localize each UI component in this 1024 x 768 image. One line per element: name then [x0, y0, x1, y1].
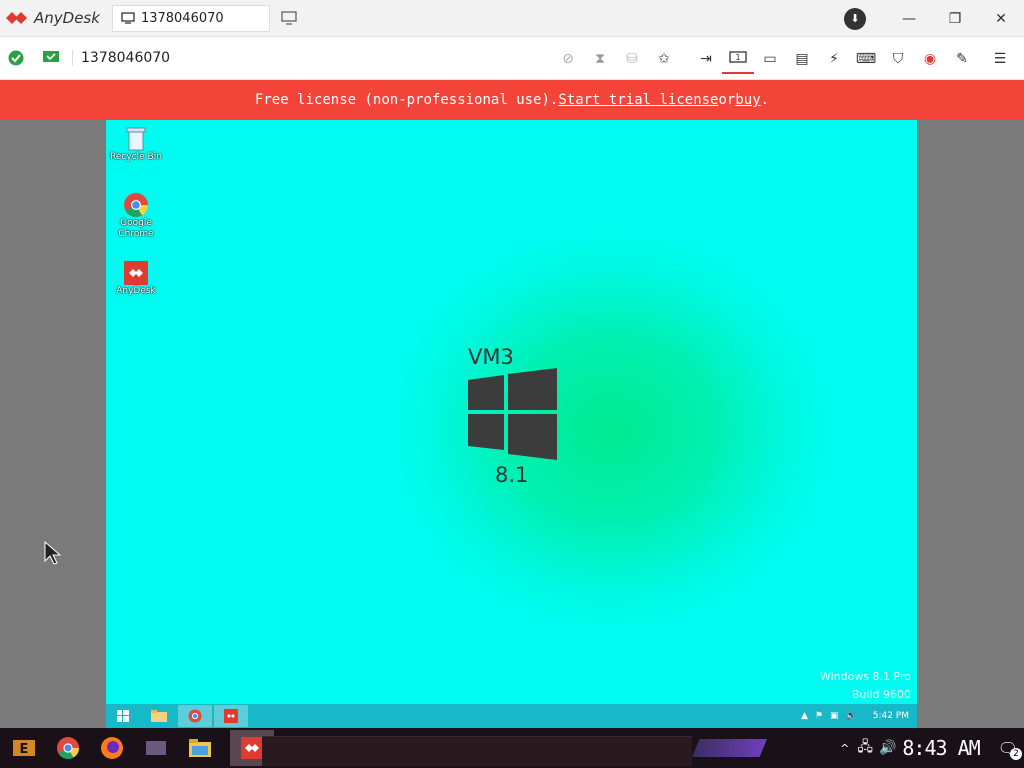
volume-icon[interactable]: 🔊 — [879, 740, 896, 756]
remote-taskbar-anydesk[interactable] — [214, 705, 248, 727]
show-hidden-icons-icon[interactable]: ▲ — [801, 711, 808, 721]
hourglass-icon[interactable]: ⧗ — [584, 44, 616, 74]
anydesk-logo: AnyDesk — [6, 9, 100, 27]
favorite-star-icon[interactable]: ✩ — [648, 44, 680, 74]
app-name: AnyDesk — [34, 9, 100, 27]
host-start-button[interactable]: E — [4, 730, 44, 766]
desktop-icon-recycle-bin[interactable]: Recycle Bin — [106, 126, 166, 163]
notification-count-badge: 2 — [1010, 747, 1022, 760]
media-icon — [146, 741, 166, 755]
banner-text: Free license (non-professional use). — [254, 92, 559, 108]
action-center-flag-icon[interactable]: ⚑ — [815, 711, 823, 721]
actions-lightning-icon[interactable]: ⚡ — [818, 44, 850, 74]
host-taskbar-explorer[interactable] — [180, 730, 220, 766]
mouse-cursor-icon — [44, 541, 62, 565]
whiteboard-pen-icon[interactable]: ✎ — [946, 44, 978, 74]
windows-watermark: Windows 8.1 Pro Build 9600 — [820, 668, 911, 704]
desktop-icon-label: Recycle Bin — [110, 152, 162, 162]
watermark-build: Build 9600 — [851, 688, 911, 701]
remote-clock[interactable]: 5:42 PM — [873, 711, 909, 721]
banner-or-text: or — [718, 92, 736, 108]
svg-text:E: E — [20, 742, 29, 757]
remote-taskbar-explorer[interactable] — [142, 705, 176, 727]
folder-icon — [189, 739, 211, 757]
menu-icon[interactable]: ☰ — [984, 44, 1016, 74]
session-toolbar: 1378046070 ⊘ ⧗ ⛁ ✩ ⇥ 1 ▭ ▤ ⚡ ⌨ ⛉ ◉ ✎ ☰ — [0, 37, 1024, 80]
firefox-icon — [101, 737, 123, 759]
taskbar-decoration — [692, 739, 767, 757]
remote-start-button[interactable] — [106, 705, 140, 727]
host-taskbar-chrome[interactable] — [48, 730, 88, 766]
display-icon[interactable]: ▭ — [754, 44, 786, 74]
remote-monitor-icon — [43, 51, 59, 62]
recycle-bin-icon — [126, 127, 146, 151]
buy-link[interactable]: buy — [735, 92, 760, 108]
desktop-icon-anydesk[interactable]: AnyDesk — [106, 260, 166, 297]
keyboard-icon[interactable]: ⌨ — [850, 44, 882, 74]
window-controls: ⬇ — ❐ ✕ — [844, 0, 1024, 37]
taskbar-empty-area — [262, 736, 692, 766]
windows-logo-icon — [468, 368, 557, 460]
title-bar: AnyDesk 1378046070 ⬇ — ❐ ✕ — [0, 0, 1024, 37]
monitor-select-icon[interactable]: 1 — [722, 44, 754, 74]
desktop-icon-label: AnyDesk — [116, 286, 156, 296]
monitor-icon — [121, 12, 135, 24]
anydesk-app-icon — [224, 709, 238, 723]
database-icon[interactable]: ⛁ — [616, 44, 648, 74]
monitor-one-icon: 1 — [729, 50, 747, 63]
file-transfer-icon[interactable]: ⇥ — [690, 44, 722, 74]
wallpaper-version: 8.1 — [495, 463, 529, 487]
connected-check-icon — [8, 50, 24, 66]
folder-icon — [151, 710, 167, 722]
remote-desktop[interactable]: Recycle Bin Google Chrome AnyDesk VM3 8.… — [106, 120, 917, 728]
chrome-icon — [57, 737, 79, 759]
session-tab-label: 1378046070 — [140, 10, 224, 26]
anydesk-app-icon — [124, 261, 148, 285]
license-banner: Free license (non-professional use). Sta… — [0, 80, 1024, 120]
notifications-button[interactable]: 🗨 2 — [998, 739, 1022, 760]
permissions-shield-icon[interactable]: ⛉ — [882, 44, 914, 74]
anydesk-logo-icon — [6, 12, 27, 24]
minimize-button[interactable]: — — [886, 0, 932, 37]
network-icon[interactable]: 🖧 — [857, 736, 873, 760]
start-trial-link[interactable]: Start trial license — [558, 92, 718, 108]
host-taskbar-media[interactable] — [136, 730, 176, 766]
remote-taskbar-chrome[interactable] — [178, 705, 212, 727]
chrome-icon — [124, 193, 148, 218]
volume-icon[interactable]: 🔈 — [846, 711, 857, 721]
desktop-icon-chrome[interactable]: Google Chrome — [106, 192, 166, 240]
host-taskbar-firefox[interactable] — [92, 730, 132, 766]
remote-id: 1378046070 — [72, 50, 170, 66]
desktop-icon-label: Google Chrome — [118, 218, 154, 239]
watermark-edition: Windows 8.1 Pro — [819, 670, 911, 683]
remote-system-tray: ▲ ⚑ ▣ 🔈 5:42 PM — [794, 704, 909, 728]
toolbar-actions: ⊘ ⧗ ⛁ ✩ ⇥ 1 ▭ ▤ ⚡ ⌨ ⛉ ◉ ✎ ☰ — [552, 37, 1016, 80]
new-session-button[interactable] — [278, 7, 300, 29]
show-hidden-icons-icon[interactable]: ^ — [840, 742, 849, 755]
close-button[interactable]: ✕ — [978, 0, 1024, 37]
host-system-tray: ^ 🖧 🔊 8:43 AM 🗨 2 — [840, 728, 1022, 768]
wallpaper-title: VM3 — [468, 345, 514, 369]
record-icon[interactable]: ◉ — [914, 44, 946, 74]
windows-start-icon — [117, 710, 129, 722]
start-logo-icon: E — [13, 740, 35, 757]
banner-suffix: . — [760, 92, 770, 108]
privacy-icon[interactable]: ⊘ — [552, 44, 584, 74]
remote-taskbar: ▲ ⚑ ▣ 🔈 5:42 PM — [106, 704, 917, 728]
new-monitor-icon — [281, 11, 297, 25]
network-icon[interactable]: ▣ — [830, 711, 839, 721]
connection-status — [8, 50, 60, 66]
anydesk-app-icon — [241, 737, 263, 759]
download-icon[interactable]: ⬇ — [844, 7, 866, 30]
chrome-icon — [188, 709, 202, 723]
session-tab[interactable]: 1378046070 — [111, 4, 270, 32]
svg-text:1: 1 — [735, 53, 740, 62]
chat-icon[interactable]: ▤ — [786, 44, 818, 74]
host-clock[interactable]: 8:43 AM — [902, 736, 980, 760]
restore-button[interactable]: ❐ — [932, 0, 978, 37]
